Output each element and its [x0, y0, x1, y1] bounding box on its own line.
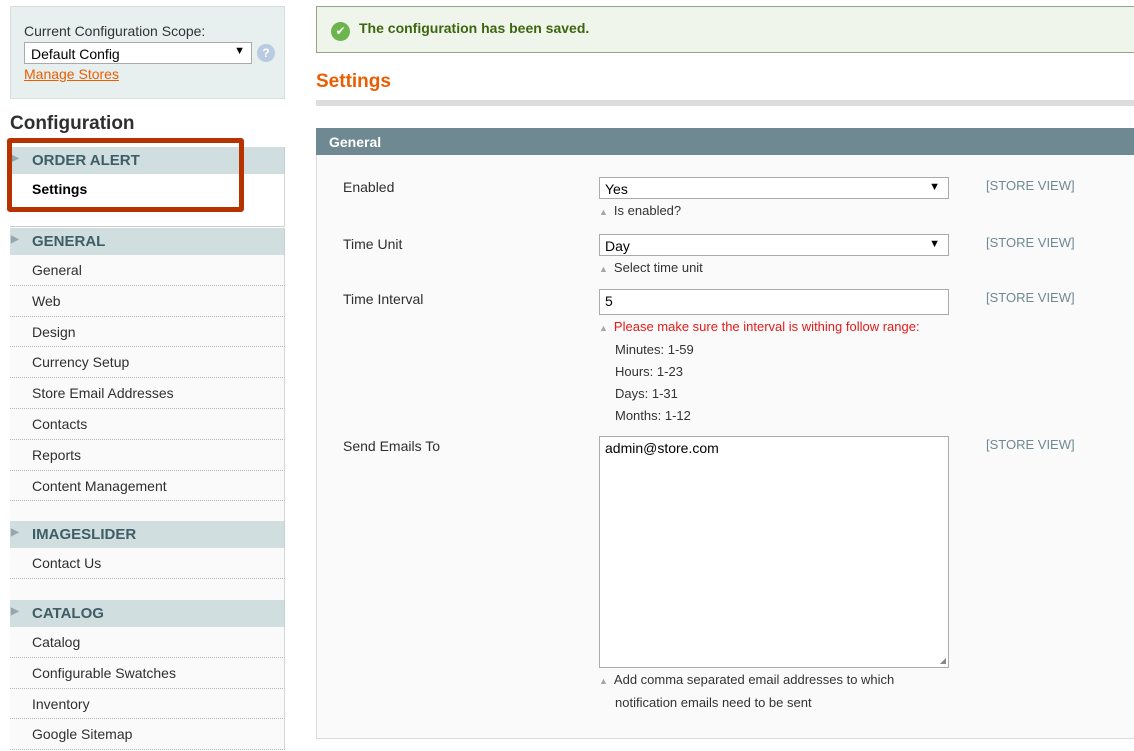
enabled-select[interactable]: Yes ▼ [599, 177, 949, 199]
note-line: Hours: 1-23 [615, 364, 683, 379]
sidebar-section-general: ▶ GENERAL General Web Design Currency Setup St… [10, 228, 285, 537]
time-unit-value: Day [605, 238, 630, 254]
chevron-down-icon: ▼ [929, 181, 940, 193]
triangle-up-icon: ▲ [599, 323, 608, 333]
settings-form: Enabled [STORE VIEW] Yes ▼ ▲ Is enabled? Time … [316, 155, 1134, 739]
sidebar-item-catalog[interactable]: Catalog [10, 627, 285, 658]
success-text: The configuration has been saved. [359, 20, 590, 36]
sidebar-item-general[interactable]: General [10, 255, 285, 286]
enabled-note: ▲ Is enabled? [599, 200, 681, 223]
check-icon: ✔ [331, 22, 350, 41]
sidebar-section-catalog: ▶ CATALOG Catalog Configurable Swatches Inve… [10, 600, 285, 751]
highlight-box [7, 138, 244, 212]
triangle-up-icon: ▲ [599, 676, 608, 686]
time-interval-input[interactable]: 5 [599, 289, 949, 315]
help-icon[interactable]: ? [257, 44, 275, 62]
expand-arrow-icon: ▶ [11, 234, 19, 245]
sidebar-item-reports[interactable]: Reports [10, 439, 285, 471]
time-unit-select[interactable]: Day ▼ [599, 234, 949, 256]
sidebar-item-store-email-addresses[interactable]: Store Email Addresses [10, 378, 285, 409]
note-line: Add comma separated email addresses to w… [613, 672, 895, 687]
scope-value: Default Config [31, 46, 120, 62]
triangle-up-icon: ▲ [599, 207, 608, 217]
time-interval-scope: [STORE VIEW] [986, 290, 1075, 305]
note-text: Please make sure the interval is withing… [613, 319, 920, 334]
expand-arrow-icon: ▶ [11, 606, 19, 617]
divider [316, 100, 1134, 106]
send-emails-to-textarea[interactable]: admin@store.com ◢ [599, 436, 949, 668]
sidebar-item-configurable-swatches[interactable]: Configurable Swatches [10, 657, 285, 689]
send-emails-to-value: admin@store.com [605, 440, 719, 456]
sidebar-item-contact-us[interactable]: Contact Us [10, 548, 285, 579]
time-interval-value: 5 [605, 293, 613, 309]
section-label: GENERAL [32, 233, 106, 250]
sidebar-item-currency-setup[interactable]: Currency Setup [10, 347, 285, 379]
note-line: notification emails need to be sent [615, 695, 812, 710]
enabled-label: Enabled [343, 179, 395, 195]
page-title: Settings [316, 71, 391, 92]
section-label: IMAGESLIDER [32, 526, 137, 543]
send-emails-to-label: Send Emails To [343, 438, 441, 454]
enabled-scope: [STORE VIEW] [986, 178, 1075, 193]
note-text: Select time unit [613, 260, 703, 275]
enabled-value: Yes [605, 181, 628, 197]
sidebar-section-header[interactable]: ▶ GENERAL [10, 228, 285, 255]
note-line: Days: 1-31 [615, 386, 678, 401]
group-header[interactable]: General [316, 128, 1134, 155]
chevron-down-icon: ▼ [234, 45, 245, 57]
sidebar-item-content-management[interactable]: Content Management [10, 470, 285, 502]
sidebar-item-contacts[interactable]: Contacts [10, 408, 285, 440]
sidebar-item-web[interactable]: Web [10, 285, 285, 317]
expand-arrow-icon: ▶ [11, 527, 19, 538]
success-message: ✔ The configuration has been saved. [316, 6, 1134, 53]
time-unit-scope: [STORE VIEW] [986, 235, 1075, 250]
scope-select[interactable]: Default Config ▼ [24, 42, 252, 64]
resize-handle-icon[interactable]: ◢ [940, 656, 946, 665]
sidebar-section-header[interactable]: ▶ IMAGESLIDER [10, 521, 285, 548]
sidebar-title: Configuration [10, 113, 135, 134]
time-unit-note: ▲ Select time unit [599, 257, 703, 280]
manage-stores-link[interactable]: Manage Stores [24, 66, 119, 82]
section-label: CATALOG [32, 605, 104, 622]
note-line: Months: 1-12 [615, 408, 691, 423]
time-interval-label: Time Interval [343, 291, 424, 307]
send-emails-to-note: ▲ Add comma separated email addresses to … [599, 669, 894, 714]
scope-switcher: Current Configuration Scope: Default Con… [10, 6, 285, 99]
scope-label: Current Configuration Scope: [24, 23, 206, 39]
time-interval-note: ▲ Please make sure the interval is within… [599, 316, 920, 427]
note-line: Minutes: 1-59 [615, 342, 694, 357]
sidebar-item-design[interactable]: Design [10, 316, 285, 348]
sidebar-item-google-sitemap[interactable]: Google Sitemap [10, 719, 285, 751]
send-emails-to-scope: [STORE VIEW] [986, 437, 1075, 452]
note-text: Is enabled? [613, 203, 682, 218]
sidebar-item-inventory[interactable]: Inventory [10, 688, 285, 720]
triangle-up-icon: ▲ [599, 264, 608, 274]
chevron-down-icon: ▼ [929, 238, 940, 250]
time-unit-label: Time Unit [343, 236, 403, 252]
sidebar-section-header[interactable]: ▶ CATALOG [10, 600, 285, 627]
